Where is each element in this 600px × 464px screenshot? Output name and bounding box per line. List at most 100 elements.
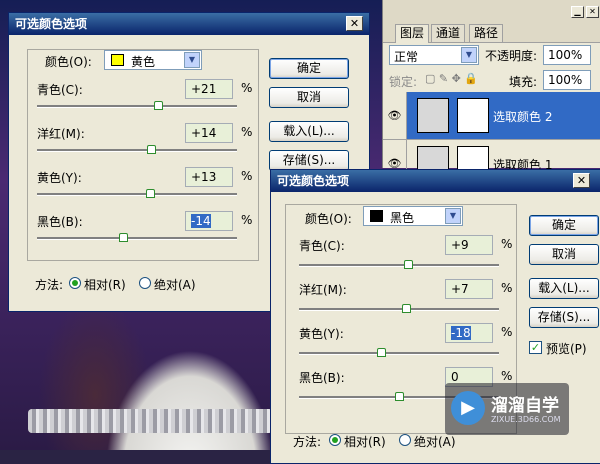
ok-button[interactable]: 确定 xyxy=(269,58,349,79)
relative-radio[interactable] xyxy=(69,277,81,289)
method-label: 方法: xyxy=(35,278,64,292)
percent-sign: % xyxy=(501,237,513,251)
method-label: 方法: xyxy=(293,435,322,449)
tab-layers[interactable]: 图层 xyxy=(395,24,430,43)
slider-thumb[interactable] xyxy=(402,304,411,313)
slider-track[interactable] xyxy=(299,308,499,311)
dialog-title: 可选颜色选项 xyxy=(15,17,88,31)
photo-belt xyxy=(28,409,273,433)
slider-label: 黄色(Y): xyxy=(37,171,82,185)
fill-input[interactable]: 100% xyxy=(543,70,591,90)
cancel-button[interactable]: 取消 xyxy=(269,87,349,108)
adjustment-thumbnail-icon xyxy=(417,98,449,133)
slider-value-input[interactable]: +7 xyxy=(445,279,493,299)
blend-mode-select[interactable]: 正常 ▼ xyxy=(389,45,479,65)
preview-label: 预览(P) xyxy=(546,342,587,356)
save-button[interactable]: 存储(S)... xyxy=(529,307,599,328)
color-swatch xyxy=(111,54,124,66)
absolute-radio[interactable] xyxy=(139,277,151,289)
chevron-down-icon: ▼ xyxy=(445,208,461,224)
slider-track[interactable] xyxy=(37,237,237,240)
relative-radio[interactable] xyxy=(329,434,341,446)
percent-sign: % xyxy=(241,169,253,183)
slider-label: 洋红(M): xyxy=(37,127,85,141)
color-label: 颜色(O): xyxy=(305,212,352,226)
slider-value: -14 xyxy=(191,214,211,228)
tab-channels[interactable]: 通道 xyxy=(431,24,466,42)
watermark-name: 溜溜自学 xyxy=(491,396,559,416)
relative-label: 相对(R) xyxy=(84,278,126,292)
slider-value-input[interactable]: +13 xyxy=(185,167,233,187)
percent-sign: % xyxy=(241,125,253,139)
color-label: 颜色(O): xyxy=(45,55,92,69)
fill-value: 100% xyxy=(548,73,583,87)
percent-sign: % xyxy=(501,281,513,295)
slider-thumb[interactable] xyxy=(395,392,404,401)
watermark-url: ZIXUE.3D66.COM xyxy=(491,415,561,424)
slider-label: 青色(C): xyxy=(37,83,83,97)
slider-thumb[interactable] xyxy=(119,233,128,242)
color-select-value: 黑色 xyxy=(390,211,415,225)
tab-paths[interactable]: 路径 xyxy=(469,24,504,42)
fill-label: 填充: xyxy=(509,75,538,89)
absolute-radio[interactable] xyxy=(399,434,411,446)
save-button[interactable]: 存储(S)... xyxy=(269,150,349,171)
slider-thumb[interactable] xyxy=(146,189,155,198)
absolute-label: 绝对(A) xyxy=(154,278,196,292)
slider-label: 洋红(M): xyxy=(299,283,347,297)
color-select[interactable]: 黑色 ▼ xyxy=(363,206,463,226)
cancel-button[interactable]: 取消 xyxy=(529,244,599,265)
percent-sign: % xyxy=(241,213,253,227)
slider-value-input[interactable]: -18 xyxy=(445,323,493,343)
ok-button[interactable]: 确定 xyxy=(529,215,599,236)
minimize-icon[interactable]: ▁ xyxy=(571,6,584,18)
layers-panel: ▁ ✕ 图层 通道 路径 正常 ▼ 不透明度: 100% 锁定: ▢ ✎ ✥ 🔒… xyxy=(382,0,600,188)
slider-track[interactable] xyxy=(37,149,237,152)
slider-value: +7 xyxy=(451,282,469,296)
slider-value: +9 xyxy=(451,238,469,252)
slider-value: -18 xyxy=(451,326,471,340)
slider-track[interactable] xyxy=(299,352,499,355)
slider-thumb[interactable] xyxy=(154,101,163,110)
close-icon[interactable]: ✕ xyxy=(586,6,599,18)
slider-track[interactable] xyxy=(37,193,237,196)
lock-icons[interactable]: ▢ ✎ ✥ 🔒 xyxy=(425,72,478,85)
slider-thumb[interactable] xyxy=(404,260,413,269)
close-icon[interactable]: ✕ xyxy=(346,16,363,31)
slider-track[interactable] xyxy=(37,105,237,108)
dialog-title: 可选颜色选项 xyxy=(277,174,350,188)
slider-value: 0 xyxy=(451,370,459,384)
slider-label: 黄色(Y): xyxy=(299,327,344,341)
slider-thumb[interactable] xyxy=(147,145,156,154)
layer-mask-thumbnail xyxy=(457,98,489,133)
slider-label: 青色(C): xyxy=(299,239,345,253)
load-button[interactable]: 载入(L)... xyxy=(269,121,349,142)
close-icon[interactable]: ✕ xyxy=(573,173,590,188)
color-select[interactable]: 黄色 ▼ xyxy=(104,50,202,70)
opacity-value: 100% xyxy=(548,48,583,62)
slider-value-input[interactable]: +21 xyxy=(185,79,233,99)
dialog-titlebar: 可选颜色选项 ✕ xyxy=(271,170,600,192)
slider-label: 黑色(B): xyxy=(37,215,83,229)
slider-track[interactable] xyxy=(299,264,499,267)
layer-row-selected[interactable]: 👁 选取颜色 2 xyxy=(383,92,600,140)
slider-value-input[interactable]: +14 xyxy=(185,123,233,143)
opacity-input[interactable]: 100% xyxy=(543,45,591,65)
watermark: ▶ 溜溜自学 ZIXUE.3D66.COM xyxy=(445,383,569,435)
slider-value-input[interactable]: +9 xyxy=(445,235,493,255)
eye-icon[interactable]: 👁 xyxy=(383,92,407,139)
percent-sign: % xyxy=(501,325,513,339)
preview-checkbox[interactable]: ✓ xyxy=(529,341,542,354)
slider-value: +13 xyxy=(191,170,217,184)
watermark-logo-icon: ▶ xyxy=(451,391,485,425)
layer-name: 选取颜色 2 xyxy=(493,110,553,124)
slider-thumb[interactable] xyxy=(377,348,386,357)
chevron-down-icon: ▼ xyxy=(461,47,477,63)
blend-mode-value: 正常 xyxy=(394,50,419,64)
layers-tabs: 图层 通道 路径 xyxy=(383,22,600,43)
slider-value: +14 xyxy=(191,126,217,140)
slider-value: +21 xyxy=(191,82,217,96)
percent-sign: % xyxy=(501,369,513,383)
load-button[interactable]: 载入(L)... xyxy=(529,278,599,299)
slider-value-input[interactable]: -14 xyxy=(185,211,233,231)
